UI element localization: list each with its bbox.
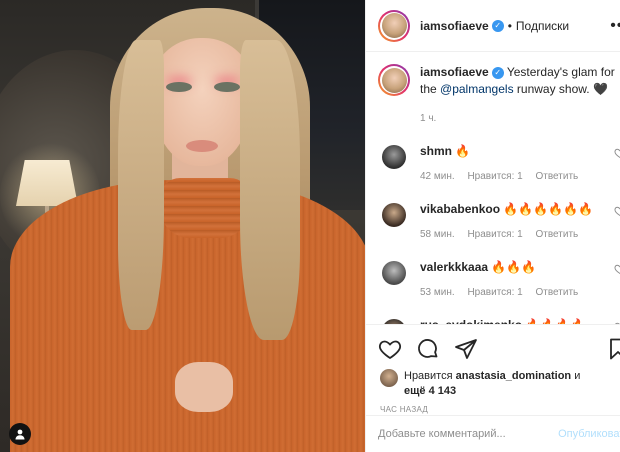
photo-lips <box>186 140 218 152</box>
comment-time[interactable]: 42 мин. <box>420 171 455 182</box>
comment-reply-button[interactable]: Ответить <box>535 171 578 182</box>
follow-button[interactable]: Подписки <box>516 19 569 33</box>
comment-item: valerkkkaaa 🔥🔥🔥 53 мин. Нравится: 1 Отве… <box>378 259 620 301</box>
likes-count-link[interactable]: ещё 4 143 <box>404 385 456 397</box>
author-avatar[interactable] <box>378 9 410 42</box>
comment-likes[interactable]: Нравится: 1 <box>467 229 522 240</box>
comment-avatar[interactable] <box>382 145 406 169</box>
photo-eye-left <box>166 82 192 92</box>
caption-username[interactable]: iamsofiaeve <box>420 65 489 79</box>
comment-meta: 58 мин. Нравится: 1 Ответить <box>420 227 593 243</box>
verified-badge-icon: ✓ <box>491 66 504 79</box>
comment-heart-icon[interactable] <box>614 205 620 217</box>
comment-item: rus_evdokimenko 🔥🔥🔥🔥 <box>378 317 620 325</box>
author-username[interactable]: iamsofiaeve <box>420 19 489 33</box>
post-comment-button[interactable]: Опубликовать <box>558 428 620 440</box>
comment-username[interactable]: vikababenkoo <box>420 202 500 216</box>
caption-mention-link[interactable]: @palmangels <box>440 82 514 96</box>
comment-text: 🔥🔥🔥🔥🔥🔥 <box>503 202 594 216</box>
likes-prefix: Нравится <box>404 370 453 382</box>
likes-summary: Нравится anastasia_domination и ещё 4 14… <box>366 365 620 399</box>
comment-heart-icon[interactable] <box>614 147 620 159</box>
comment-likes[interactable]: Нравится: 1 <box>467 287 522 298</box>
photo-collar <box>160 178 250 238</box>
comment-username[interactable]: valerkkkaaa <box>420 260 488 274</box>
comment-time[interactable]: 53 мин. <box>420 287 455 298</box>
verified-badge-icon: ✓ <box>491 19 504 32</box>
comment-bubble-icon[interactable] <box>416 337 440 361</box>
comment-time[interactable]: 58 мин. <box>420 229 455 240</box>
comment-text: 🔥🔥🔥 <box>491 260 537 274</box>
liker-username[interactable]: anastasia_domination <box>456 370 572 382</box>
comment-avatar[interactable] <box>382 261 406 285</box>
likes-joiner: и <box>574 370 581 382</box>
photo-eye-right <box>214 82 240 92</box>
add-comment-input[interactable] <box>378 428 559 440</box>
more-options-icon[interactable]: ••• <box>610 17 620 35</box>
post-header: iamsofiaeve ✓ • Подписки ••• <box>366 0 620 52</box>
comment-heart-icon[interactable] <box>614 263 620 275</box>
paper-plane-icon[interactable] <box>454 337 478 361</box>
post-modal: iamsofiaeve ✓ • Подписки ••• iamsofiaeve… <box>0 0 620 452</box>
post-actions <box>366 325 620 365</box>
comment-avatar[interactable] <box>382 203 406 227</box>
comment-text: 🔥🔥🔥🔥 <box>525 318 586 325</box>
liker-avatar[interactable] <box>380 369 398 387</box>
comment-text: 🔥 <box>455 144 471 158</box>
comment-meta: 53 мин. Нравится: 1 Ответить <box>420 285 588 301</box>
post-timeago[interactable]: час назад <box>366 399 620 414</box>
add-comment-bar: Опубликовать <box>366 415 620 452</box>
caption-body: iamsofiaeve ✓ Yesterday's glam for the @p… <box>420 64 620 127</box>
caption-time[interactable]: 1 ч. <box>420 110 620 127</box>
post-photo[interactable] <box>0 0 365 452</box>
comment-likes[interactable]: Нравится: 1 <box>467 171 522 182</box>
user-tag-icon[interactable] <box>9 423 31 445</box>
photo-hair-right <box>240 40 300 340</box>
comment-item: vikababenkoo 🔥🔥🔥🔥🔥🔥 58 мин. Нравится: 1 … <box>378 201 620 243</box>
caption-text-end: runway show. 🖤 <box>513 82 608 96</box>
comments-list[interactable]: iamsofiaeve ✓ Yesterday's glam for the @p… <box>366 52 620 325</box>
comment-reply-button[interactable]: Ответить <box>535 229 578 240</box>
bookmark-icon[interactable] <box>606 337 620 361</box>
comment-username[interactable]: shmn <box>420 144 452 158</box>
comment-item: shmn 🔥 42 мин. Нравится: 1 Ответить <box>378 143 620 185</box>
photo-hair-left <box>118 40 164 330</box>
heart-icon[interactable] <box>378 337 402 361</box>
photo-hand <box>175 362 233 412</box>
post-caption: iamsofiaeve ✓ Yesterday's glam for the @p… <box>378 64 620 127</box>
comment-username[interactable]: rus_evdokimenko <box>420 318 522 324</box>
caption-avatar[interactable] <box>378 64 410 96</box>
comment-meta: 42 мин. Нравится: 1 Ответить <box>420 169 588 185</box>
header-separator: • <box>507 18 512 33</box>
comment-reply-button[interactable]: Ответить <box>535 287 578 298</box>
post-side-panel: iamsofiaeve ✓ • Подписки ••• iamsofiaeve… <box>365 0 620 452</box>
